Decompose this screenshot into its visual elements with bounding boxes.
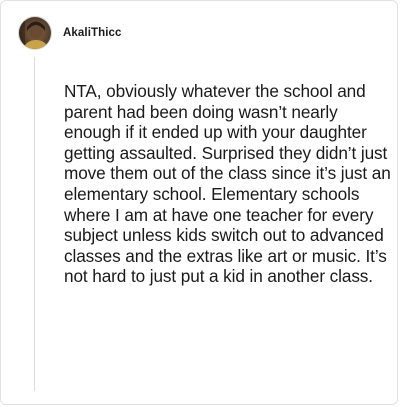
comment-header: AkaliThicc [18,16,122,50]
avatar[interactable] [18,16,52,50]
comment-card: AkaliThicc NTA, obviously whatever the s… [0,0,398,405]
username[interactable]: AkaliThicc [63,27,122,39]
thread-line[interactable] [34,57,35,391]
comment-body: NTA, obviously whatever the school and p… [64,81,391,287]
user-avatar-icon [19,17,51,49]
